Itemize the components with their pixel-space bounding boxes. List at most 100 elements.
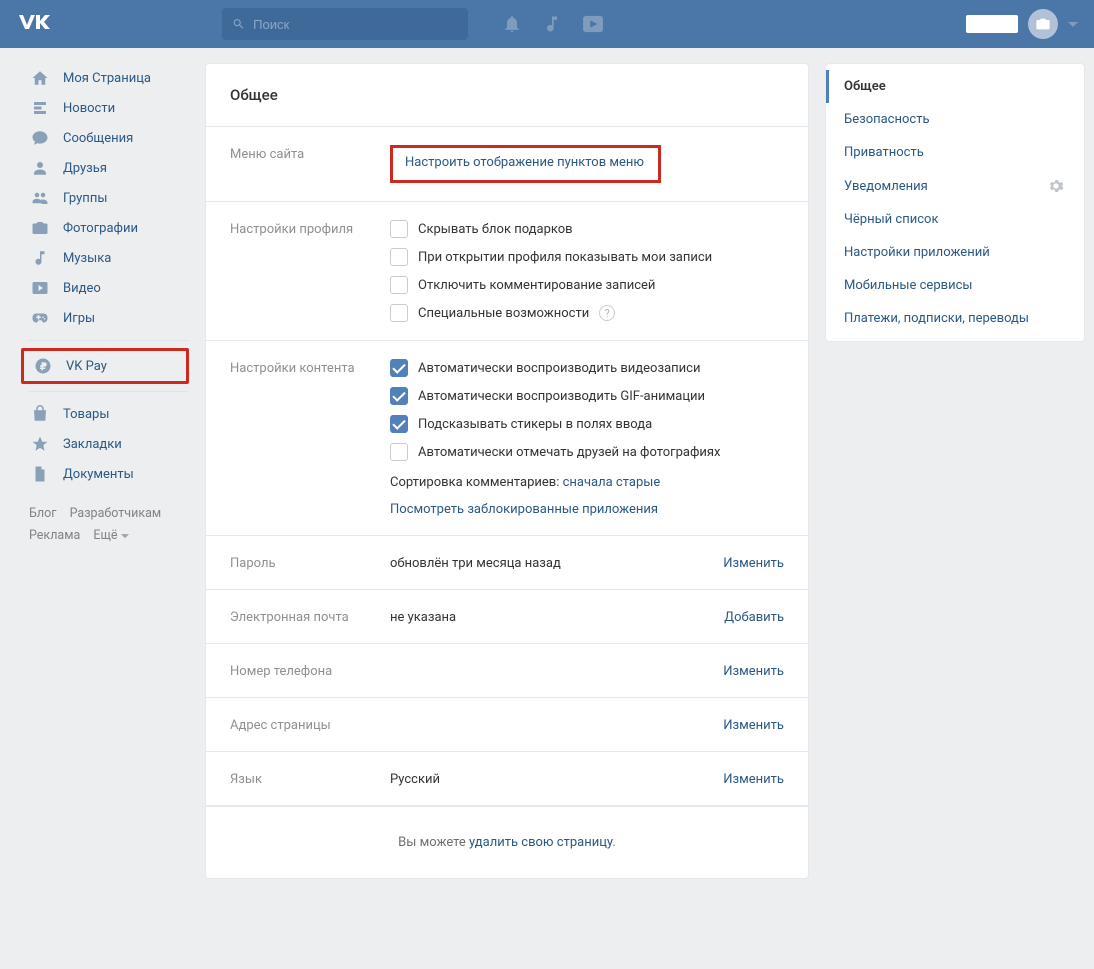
checkbox[interactable] <box>390 415 408 433</box>
doc-icon <box>29 463 51 485</box>
checkbox[interactable] <box>390 276 408 294</box>
check-row: Скрывать блок подарков <box>390 220 784 238</box>
avatar[interactable] <box>1028 9 1058 39</box>
check-row: Автоматически отмечать друзей на фотогра… <box>390 443 784 461</box>
nav-music[interactable]: Музыка <box>21 243 189 273</box>
check-label: При открытии профиля показывать мои запи… <box>418 250 712 265</box>
checkbox[interactable] <box>390 220 408 238</box>
friends-icon <box>29 157 51 179</box>
delete-account-link[interactable]: удалить свою страницу <box>469 835 612 850</box>
subnav-notifications[interactable]: Уведомления <box>826 169 1084 203</box>
check-label: Автоматически воспроизводить видеозаписи <box>418 361 700 376</box>
nav-label: Игры <box>63 311 95 326</box>
chevron-down-icon[interactable] <box>1068 17 1078 32</box>
checkbox[interactable] <box>390 359 408 377</box>
section-password: Пароль обновлён три месяца назад Изменит… <box>206 536 808 590</box>
music-icon[interactable] <box>542 14 562 34</box>
nav-vkpay[interactable]: VK Pay <box>24 351 186 381</box>
section-label: Настройки профиля <box>230 220 390 322</box>
vk-logo[interactable] <box>16 13 52 35</box>
check-row: Отключить комментирование записей <box>390 276 784 294</box>
gear-icon[interactable] <box>1048 178 1064 194</box>
section-label: Язык <box>230 770 390 787</box>
camera-icon <box>29 217 51 239</box>
footer-ads[interactable]: Реклама <box>29 528 80 543</box>
user-name-placeholder <box>966 15 1018 33</box>
section-phone: Номер телефона Изменить <box>206 644 808 698</box>
configure-menu-link[interactable]: Настроить отображение пунктов меню <box>405 155 644 170</box>
nav-news[interactable]: Новости <box>21 93 189 123</box>
nav-my-page[interactable]: Моя Страница <box>21 63 189 93</box>
blocked-apps-link[interactable]: Посмотреть заблокированные приложения <box>390 502 658 517</box>
video-play-icon[interactable] <box>582 15 604 33</box>
nav-label: Закладки <box>63 437 122 452</box>
star-icon <box>29 433 51 455</box>
nav-separator <box>29 391 189 392</box>
nav-bookmarks[interactable]: Закладки <box>21 429 189 459</box>
sort-order-link[interactable]: сначала старые <box>563 475 661 490</box>
nav-label: Друзья <box>63 161 107 176</box>
password-value: обновлён три месяца назад <box>390 554 561 571</box>
bag-icon <box>29 403 51 425</box>
nav-docs[interactable]: Документы <box>21 459 189 489</box>
add-email-link[interactable]: Добавить <box>724 608 784 625</box>
groups-icon <box>29 187 51 209</box>
search-box[interactable] <box>222 8 468 40</box>
change-language-link[interactable]: Изменить <box>723 770 784 787</box>
settings-card: Общее Меню сайта Настроить отображение п… <box>205 63 809 879</box>
nav-label: Видео <box>63 281 101 296</box>
checkbox[interactable] <box>390 304 408 322</box>
check-label: Скрывать блок подарков <box>418 222 573 237</box>
nav-label: Документы <box>63 467 134 482</box>
check-label: Специальные возможности <box>418 306 589 321</box>
section-label: Пароль <box>230 554 390 571</box>
header-user-area[interactable] <box>966 9 1078 39</box>
footer-devs[interactable]: Разработчикам <box>70 506 162 521</box>
checkbox[interactable] <box>390 443 408 461</box>
footer-blog[interactable]: Блог <box>29 506 56 521</box>
footer-links: Блог Разработчикам Реклама Ещё <box>21 489 189 561</box>
nav-video[interactable]: Видео <box>21 273 189 303</box>
checkbox[interactable] <box>390 387 408 405</box>
section-label: Электронная почта <box>230 608 390 625</box>
section-address: Адрес страницы Изменить <box>206 698 808 752</box>
section-label: Номер телефона <box>230 662 390 679</box>
language-value: Русский <box>390 770 440 787</box>
subnav-general[interactable]: Общее <box>826 70 1084 103</box>
nav-messages[interactable]: Сообщения <box>21 123 189 153</box>
nav-label: Товары <box>63 407 109 422</box>
change-phone-link[interactable]: Изменить <box>723 662 784 679</box>
top-header <box>0 0 1094 48</box>
nav-label: Группы <box>63 191 107 206</box>
subnav-app-settings[interactable]: Настройки приложений <box>826 236 1084 269</box>
change-address-link[interactable]: Изменить <box>723 716 784 733</box>
chevron-down-icon <box>121 534 129 539</box>
subnav-payments[interactable]: Платежи, подписки, переводы <box>826 302 1084 335</box>
ruble-icon <box>32 355 54 377</box>
subnav-privacy[interactable]: Приватность <box>826 136 1084 169</box>
check-row: Автоматически воспроизводить GIF-анимаци… <box>390 387 784 405</box>
home-icon <box>29 67 51 89</box>
nav-label: Музыка <box>63 251 111 266</box>
nav-games[interactable]: Игры <box>21 303 189 333</box>
header-icons <box>502 14 604 34</box>
bell-icon[interactable] <box>502 14 522 34</box>
help-icon[interactable]: ? <box>599 305 615 321</box>
search-input[interactable] <box>245 17 458 32</box>
subnav-security[interactable]: Безопасность <box>826 103 1084 136</box>
footer-more[interactable]: Ещё <box>93 525 128 547</box>
subnav-mobile[interactable]: Мобильные сервисы <box>826 269 1084 302</box>
nav-market[interactable]: Товары <box>21 399 189 429</box>
subnav-blacklist[interactable]: Чёрный список <box>826 203 1084 236</box>
section-profile: Настройки профиля Скрывать блок подарков… <box>206 202 808 341</box>
change-password-link[interactable]: Изменить <box>723 554 784 571</box>
nav-photos[interactable]: Фотографии <box>21 213 189 243</box>
nav-label: Новости <box>63 101 115 116</box>
nav-groups[interactable]: Группы <box>21 183 189 213</box>
delete-account-row: Вы можете удалить свою страницу. <box>206 806 808 878</box>
page-title: Общее <box>206 64 808 127</box>
section-language: Язык Русский Изменить <box>206 752 808 806</box>
nav-friends[interactable]: Друзья <box>21 153 189 183</box>
video-icon <box>29 277 51 299</box>
checkbox[interactable] <box>390 248 408 266</box>
